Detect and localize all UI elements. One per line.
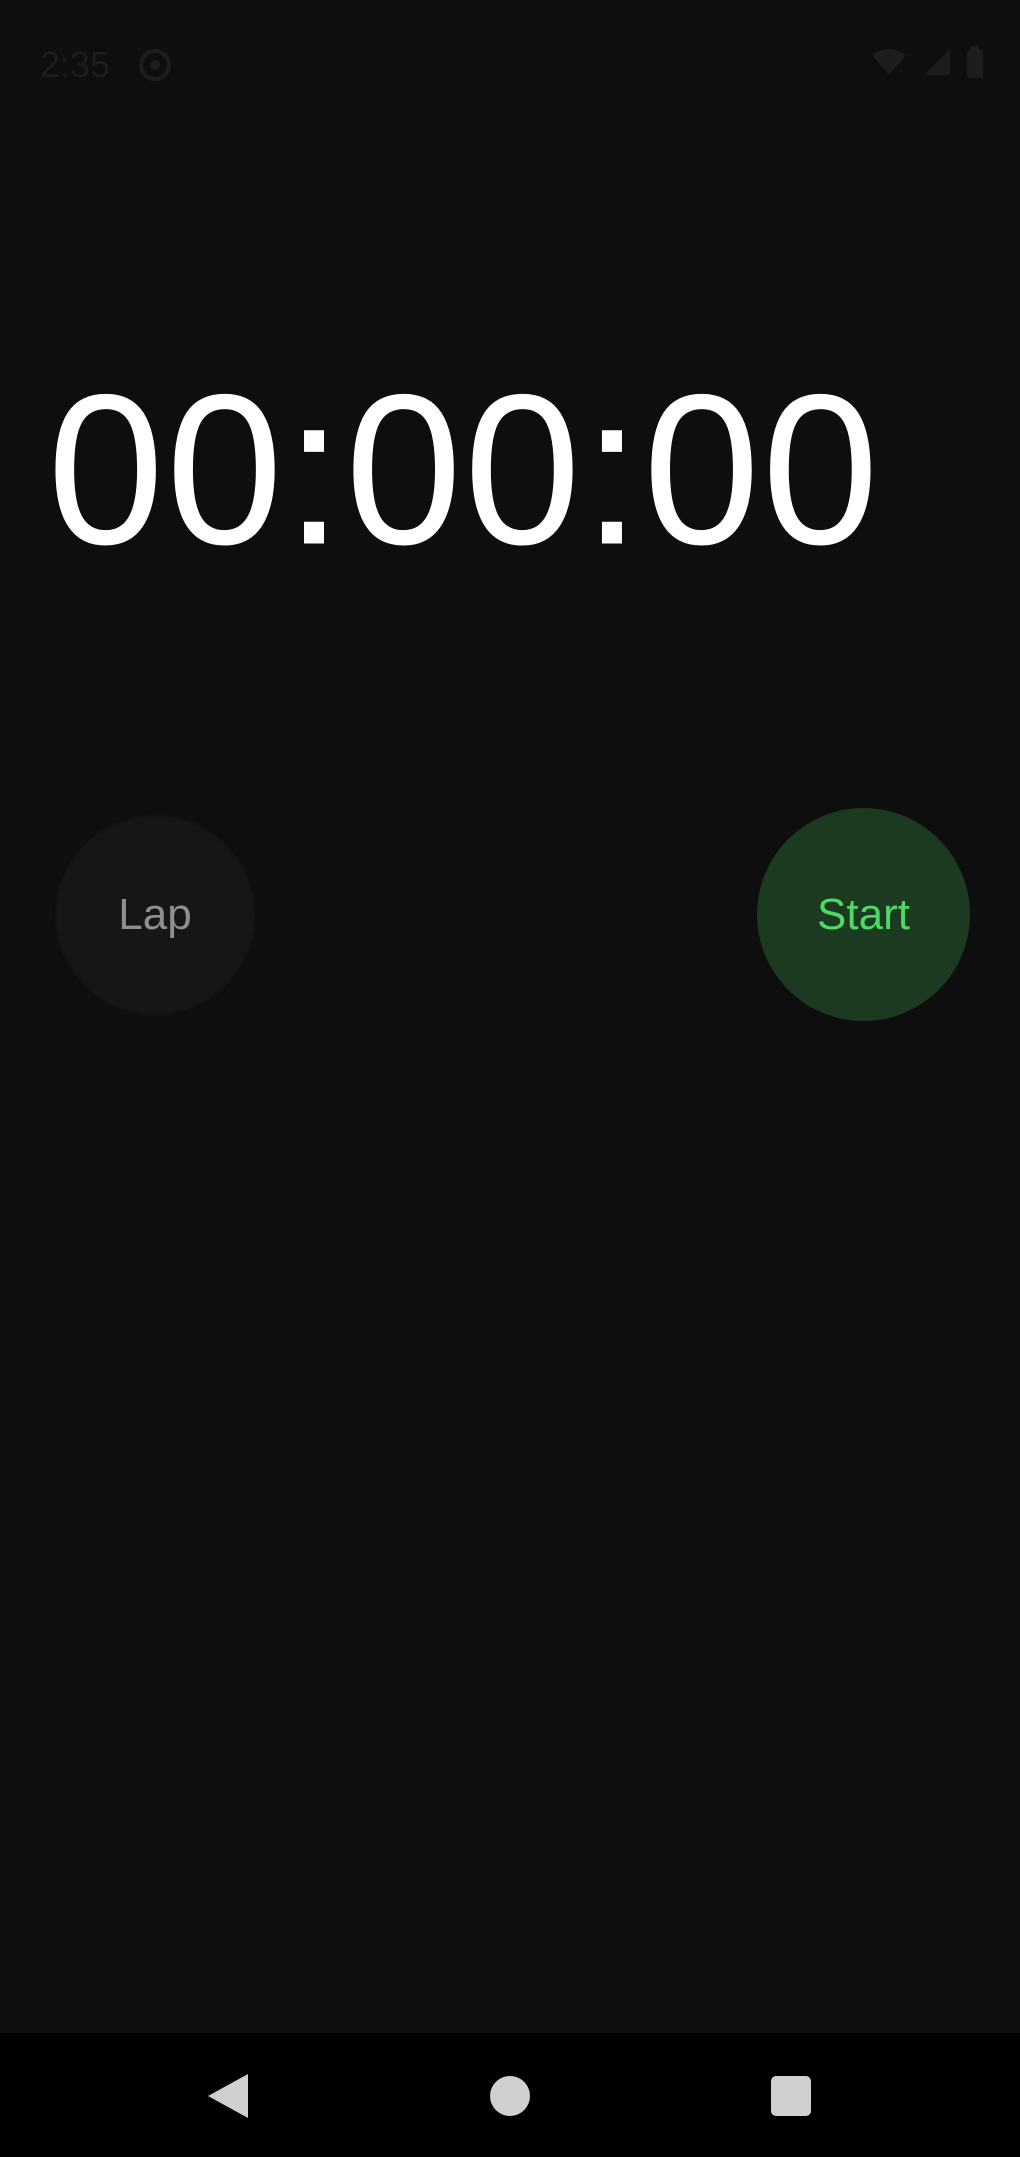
start-button[interactable]: Start <box>757 808 970 1021</box>
notification-icon <box>139 49 171 81</box>
recents-icon <box>771 2076 811 2116</box>
status-icons <box>870 46 984 78</box>
back-icon <box>208 2074 248 2118</box>
status-time: 2:35 <box>40 44 111 85</box>
status-bar: 2:35 <box>0 0 1020 130</box>
lap-button-label: Lap <box>118 890 192 939</box>
home-button[interactable] <box>465 2051 555 2141</box>
start-button-label: Start <box>817 889 910 939</box>
elapsed-time: 00:00:00 <box>47 349 881 590</box>
signal-icon <box>924 49 950 75</box>
recents-button[interactable] <box>746 2051 836 2141</box>
wifi-icon <box>872 49 906 75</box>
navigation-bar <box>0 2033 1020 2157</box>
back-button[interactable] <box>183 2051 273 2141</box>
lap-button[interactable]: Lap <box>55 815 255 1015</box>
home-icon <box>490 2076 530 2116</box>
timer-display: 00:00:00 <box>0 362 1020 576</box>
battery-icon <box>967 46 983 78</box>
stopwatch-screen: 2:35 00:00:00 Lap Start <box>0 0 1020 2157</box>
